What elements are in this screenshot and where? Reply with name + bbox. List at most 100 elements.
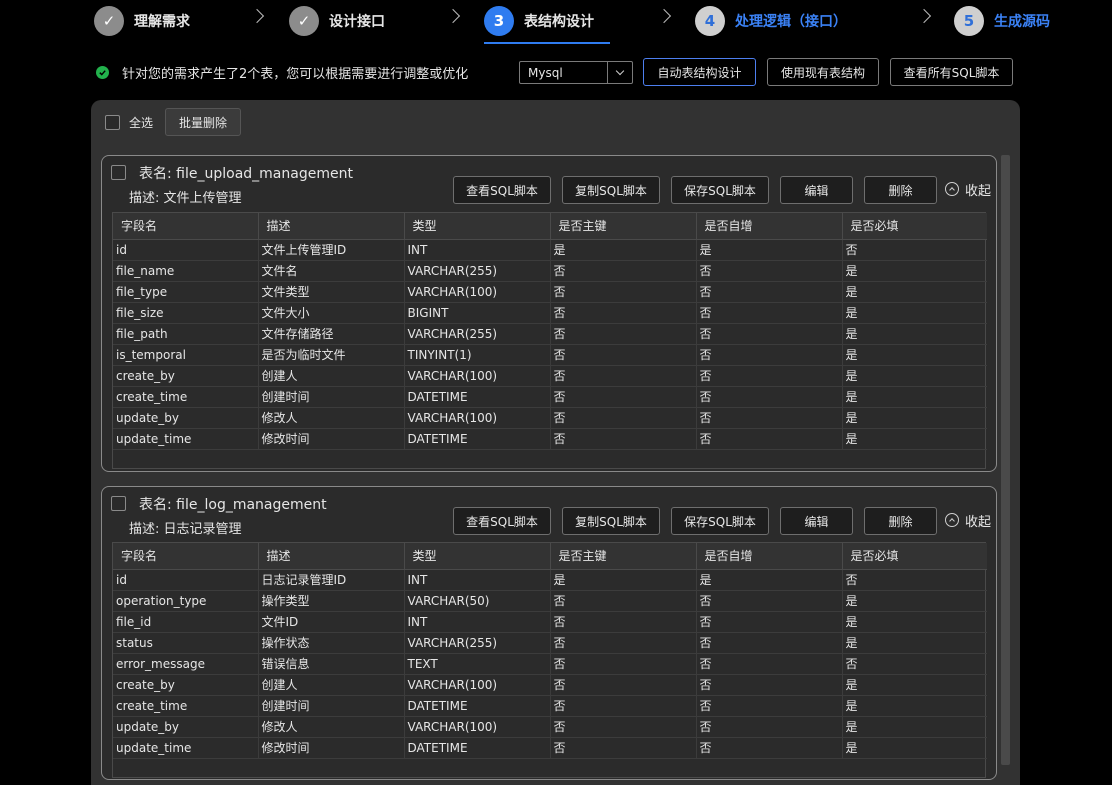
table-cell: operation_type (113, 590, 259, 612)
table-cell: 是 (842, 407, 987, 429)
delete-button[interactable]: 删除 (864, 507, 937, 535)
table-cell: 否 (696, 281, 843, 303)
table-cell: 否 (696, 260, 843, 282)
table-cell: 否 (696, 695, 843, 717)
table-cell: 是 (842, 695, 987, 717)
save-sql-button[interactable]: 保存SQL脚本 (671, 176, 769, 204)
table-cell: 否 (550, 653, 697, 675)
table-row[interactable]: create_by 创建人 VARCHAR(100) 否否是 (113, 674, 987, 696)
table-cell: file_size (113, 302, 259, 324)
col-header: 描述 (258, 543, 405, 570)
table-header-row: 字段名 描述 类型 是否主键 是否自增 是否必填 (113, 543, 987, 570)
table-row[interactable]: file_path 文件存储路径 VARCHAR(255) 否否是 (113, 323, 987, 345)
table-cell: 否 (550, 737, 697, 759)
step-1-check-icon: ✓ (94, 6, 124, 36)
table-cell: 操作状态 (258, 632, 405, 654)
use-existing-button[interactable]: 使用现有表结构 (767, 58, 879, 86)
auto-design-button[interactable]: 自动表结构设计 (643, 58, 756, 86)
table-cell: 修改时间 (258, 737, 405, 759)
select-all-checkbox[interactable] (105, 114, 120, 130)
table-cell: VARCHAR(100) (404, 716, 551, 738)
table-cell: file_type (113, 281, 259, 303)
collapse-toggle[interactable]: 收起 (945, 179, 991, 199)
select-caret[interactable] (607, 62, 632, 83)
table-row[interactable]: is_temporal 是否为临时文件 TINYINT(1) 否否是 (113, 344, 987, 366)
table-card-checkbox[interactable] (111, 496, 126, 511)
table-row[interactable]: create_time 创建时间 DATETIME 否否是 (113, 695, 987, 717)
table-cell: id (113, 239, 259, 261)
view-sql-button[interactable]: 查看SQL脚本 (453, 507, 551, 535)
edit-button[interactable]: 编辑 (780, 507, 853, 535)
table-row[interactable]: create_time 创建时间 DATETIME 否否是 (113, 386, 987, 408)
view-sql-button[interactable]: 查看SQL脚本 (453, 176, 551, 204)
table-row[interactable]: operation_type 操作类型 VARCHAR(50) 否否是 (113, 590, 987, 612)
table-row[interactable]: id 日志记录管理ID INT 是是否 (113, 569, 987, 591)
table-cell: DATETIME (404, 386, 551, 408)
step-3[interactable]: 3 表结构设计 (484, 5, 594, 37)
step-2-label: 设计接口 (329, 14, 385, 30)
table-cell: 是 (842, 365, 987, 387)
table-row[interactable]: create_by 创建人 VARCHAR(100) 否否是 (113, 365, 987, 387)
table-cell: 是 (842, 632, 987, 654)
table-cell: INT (404, 239, 551, 261)
collapse-up-icon (945, 182, 959, 196)
table-cell: INT (404, 569, 551, 591)
table-cell: 否 (550, 302, 697, 324)
step-4[interactable]: 4 处理逻辑（接口） (695, 5, 847, 37)
table-cell: 操作类型 (258, 590, 405, 612)
table-cell: 否 (550, 611, 697, 633)
table-row[interactable]: file_size 文件大小 BIGINT 否否是 (113, 302, 987, 324)
table-cell: update_by (113, 407, 259, 429)
step-4-number: 4 (695, 6, 725, 36)
table-footer (113, 758, 985, 777)
table-card-checkbox[interactable] (111, 165, 126, 180)
table-row[interactable]: update_by 修改人 VARCHAR(100) 否否是 (113, 716, 987, 738)
table-cell: 日志记录管理ID (258, 569, 405, 591)
db-type-select[interactable]: Mysql (519, 61, 633, 84)
table-row[interactable]: file_type 文件类型 VARCHAR(100) 否否是 (113, 281, 987, 303)
table-cell: create_time (113, 386, 259, 408)
table-row[interactable]: file_id 文件ID INT 否否是 (113, 611, 987, 633)
table-row[interactable]: update_by 修改人 VARCHAR(100) 否否是 (113, 407, 987, 429)
table-row[interactable]: file_name 文件名 VARCHAR(255) 否否是 (113, 260, 987, 282)
col-header: 是否必填 (842, 213, 987, 240)
table-cell: 是 (842, 716, 987, 738)
table-card: 表名: file_log_management 描述: 日志记录管理 查看SQL… (101, 486, 997, 780)
table-row[interactable]: update_time 修改时间 DATETIME 否否是 (113, 737, 987, 759)
table-row[interactable]: error_message 错误信息 TEXT 否否否 (113, 653, 987, 675)
step-2[interactable]: ✓ 设计接口 (289, 5, 385, 37)
table-cell: 是 (842, 386, 987, 408)
table-row[interactable]: update_time 修改时间 DATETIME 否否是 (113, 428, 987, 450)
table-card: 表名: file_upload_management 描述: 文件上传管理 查看… (101, 155, 997, 472)
panel-scrollbar[interactable] (1001, 155, 1010, 765)
edit-button[interactable]: 编辑 (780, 176, 853, 204)
collapse-label: 收起 (965, 183, 992, 199)
step-5[interactable]: 5 生成源码 (954, 5, 1050, 37)
table-row[interactable]: id 文件上传管理ID INT 是是否 (113, 239, 987, 261)
table-cell: 否 (696, 323, 843, 345)
view-all-sql-button[interactable]: 查看所有SQL脚本 (890, 58, 1013, 86)
save-sql-button[interactable]: 保存SQL脚本 (671, 507, 769, 535)
table-cell: 是 (550, 569, 697, 591)
table-cell: file_name (113, 260, 259, 282)
table-cell: status (113, 632, 259, 654)
batch-delete-button[interactable]: 批量删除 (165, 108, 242, 136)
step-1[interactable]: ✓ 理解需求 (94, 5, 190, 37)
fields-grid: 字段名 描述 类型 是否主键 是否自增 是否必填 id 文件上传管理ID INT 是是… (113, 213, 987, 450)
table-cell: 创建时间 (258, 695, 405, 717)
table-cell: TINYINT(1) (404, 344, 551, 366)
table-cell: 否 (842, 653, 987, 675)
collapse-toggle[interactable]: 收起 (945, 510, 991, 530)
col-header: 是否主键 (550, 543, 697, 570)
copy-sql-button[interactable]: 复制SQL脚本 (562, 507, 660, 535)
table-cell: 否 (696, 428, 843, 450)
table-row[interactable]: status 操作状态 VARCHAR(255) 否否是 (113, 632, 987, 654)
delete-button[interactable]: 删除 (864, 176, 937, 204)
table-cell: 否 (550, 695, 697, 717)
table-cell: 否 (696, 302, 843, 324)
table-cell: 否 (550, 344, 697, 366)
chevron-right-icon (445, 8, 461, 24)
table-cell: 否 (696, 674, 843, 696)
col-header: 类型 (404, 213, 551, 240)
copy-sql-button[interactable]: 复制SQL脚本 (562, 176, 660, 204)
